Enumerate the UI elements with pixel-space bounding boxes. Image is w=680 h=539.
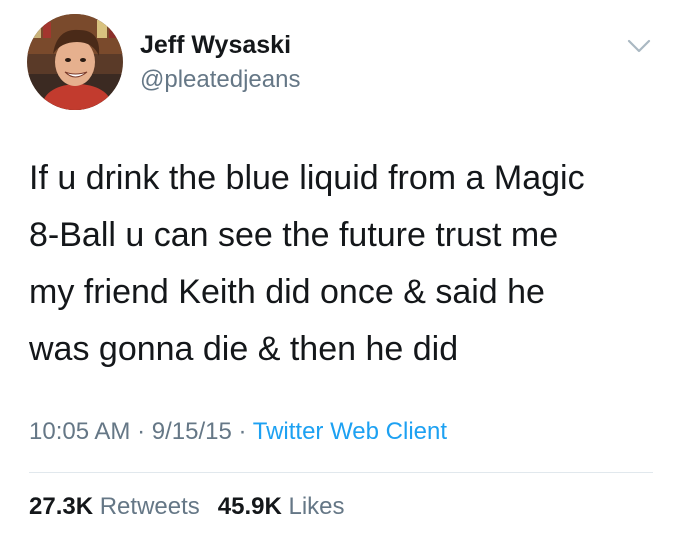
likes-stat[interactable]: 45.9K Likes — [218, 493, 345, 520]
meta-separator: · — [238, 418, 247, 445]
tweet-time[interactable]: 10:05 AM — [29, 418, 130, 445]
author-name[interactable]: Jeff Wysaski — [140, 31, 291, 60]
avatar-image — [27, 14, 123, 110]
retweets-label: Retweets — [99, 493, 200, 520]
tweet-source-link[interactable]: Twitter Web Client — [253, 418, 447, 445]
chevron-down-icon[interactable] — [626, 37, 652, 55]
tweet-text-line: my friend Keith did once & said he — [29, 273, 545, 311]
retweets-stat[interactable]: 27.3K Retweets — [29, 493, 200, 520]
meta-separator: · — [137, 418, 146, 445]
tweet-text-line: If u drink the blue liquid from a Magic — [29, 159, 585, 197]
tweet-text-line: 8-Ball u can see the future trust me — [29, 216, 559, 254]
likes-label: Likes — [288, 493, 345, 520]
author-handle[interactable]: @pleatedjeans — [140, 66, 300, 94]
tweet-date[interactable]: 9/15/15 — [152, 418, 232, 445]
tweet-stats: 27.3K Retweets 45.9K Likes — [29, 493, 345, 521]
tweet-meta: 10:05 AM · 9/15/15 · Twitter Web Client — [29, 418, 447, 446]
tweet-card: Jeff Wysaski @pleatedjeans If u drink th… — [0, 0, 680, 539]
divider — [29, 472, 653, 473]
likes-count: 45.9K — [217, 493, 282, 520]
tweet-text-line: was gonna die & then he did — [29, 330, 459, 368]
tweet-text: If u drink the blue liquid from a Magic … — [29, 150, 659, 378]
avatar[interactable] — [27, 14, 123, 110]
retweets-count: 27.3K — [29, 493, 94, 520]
